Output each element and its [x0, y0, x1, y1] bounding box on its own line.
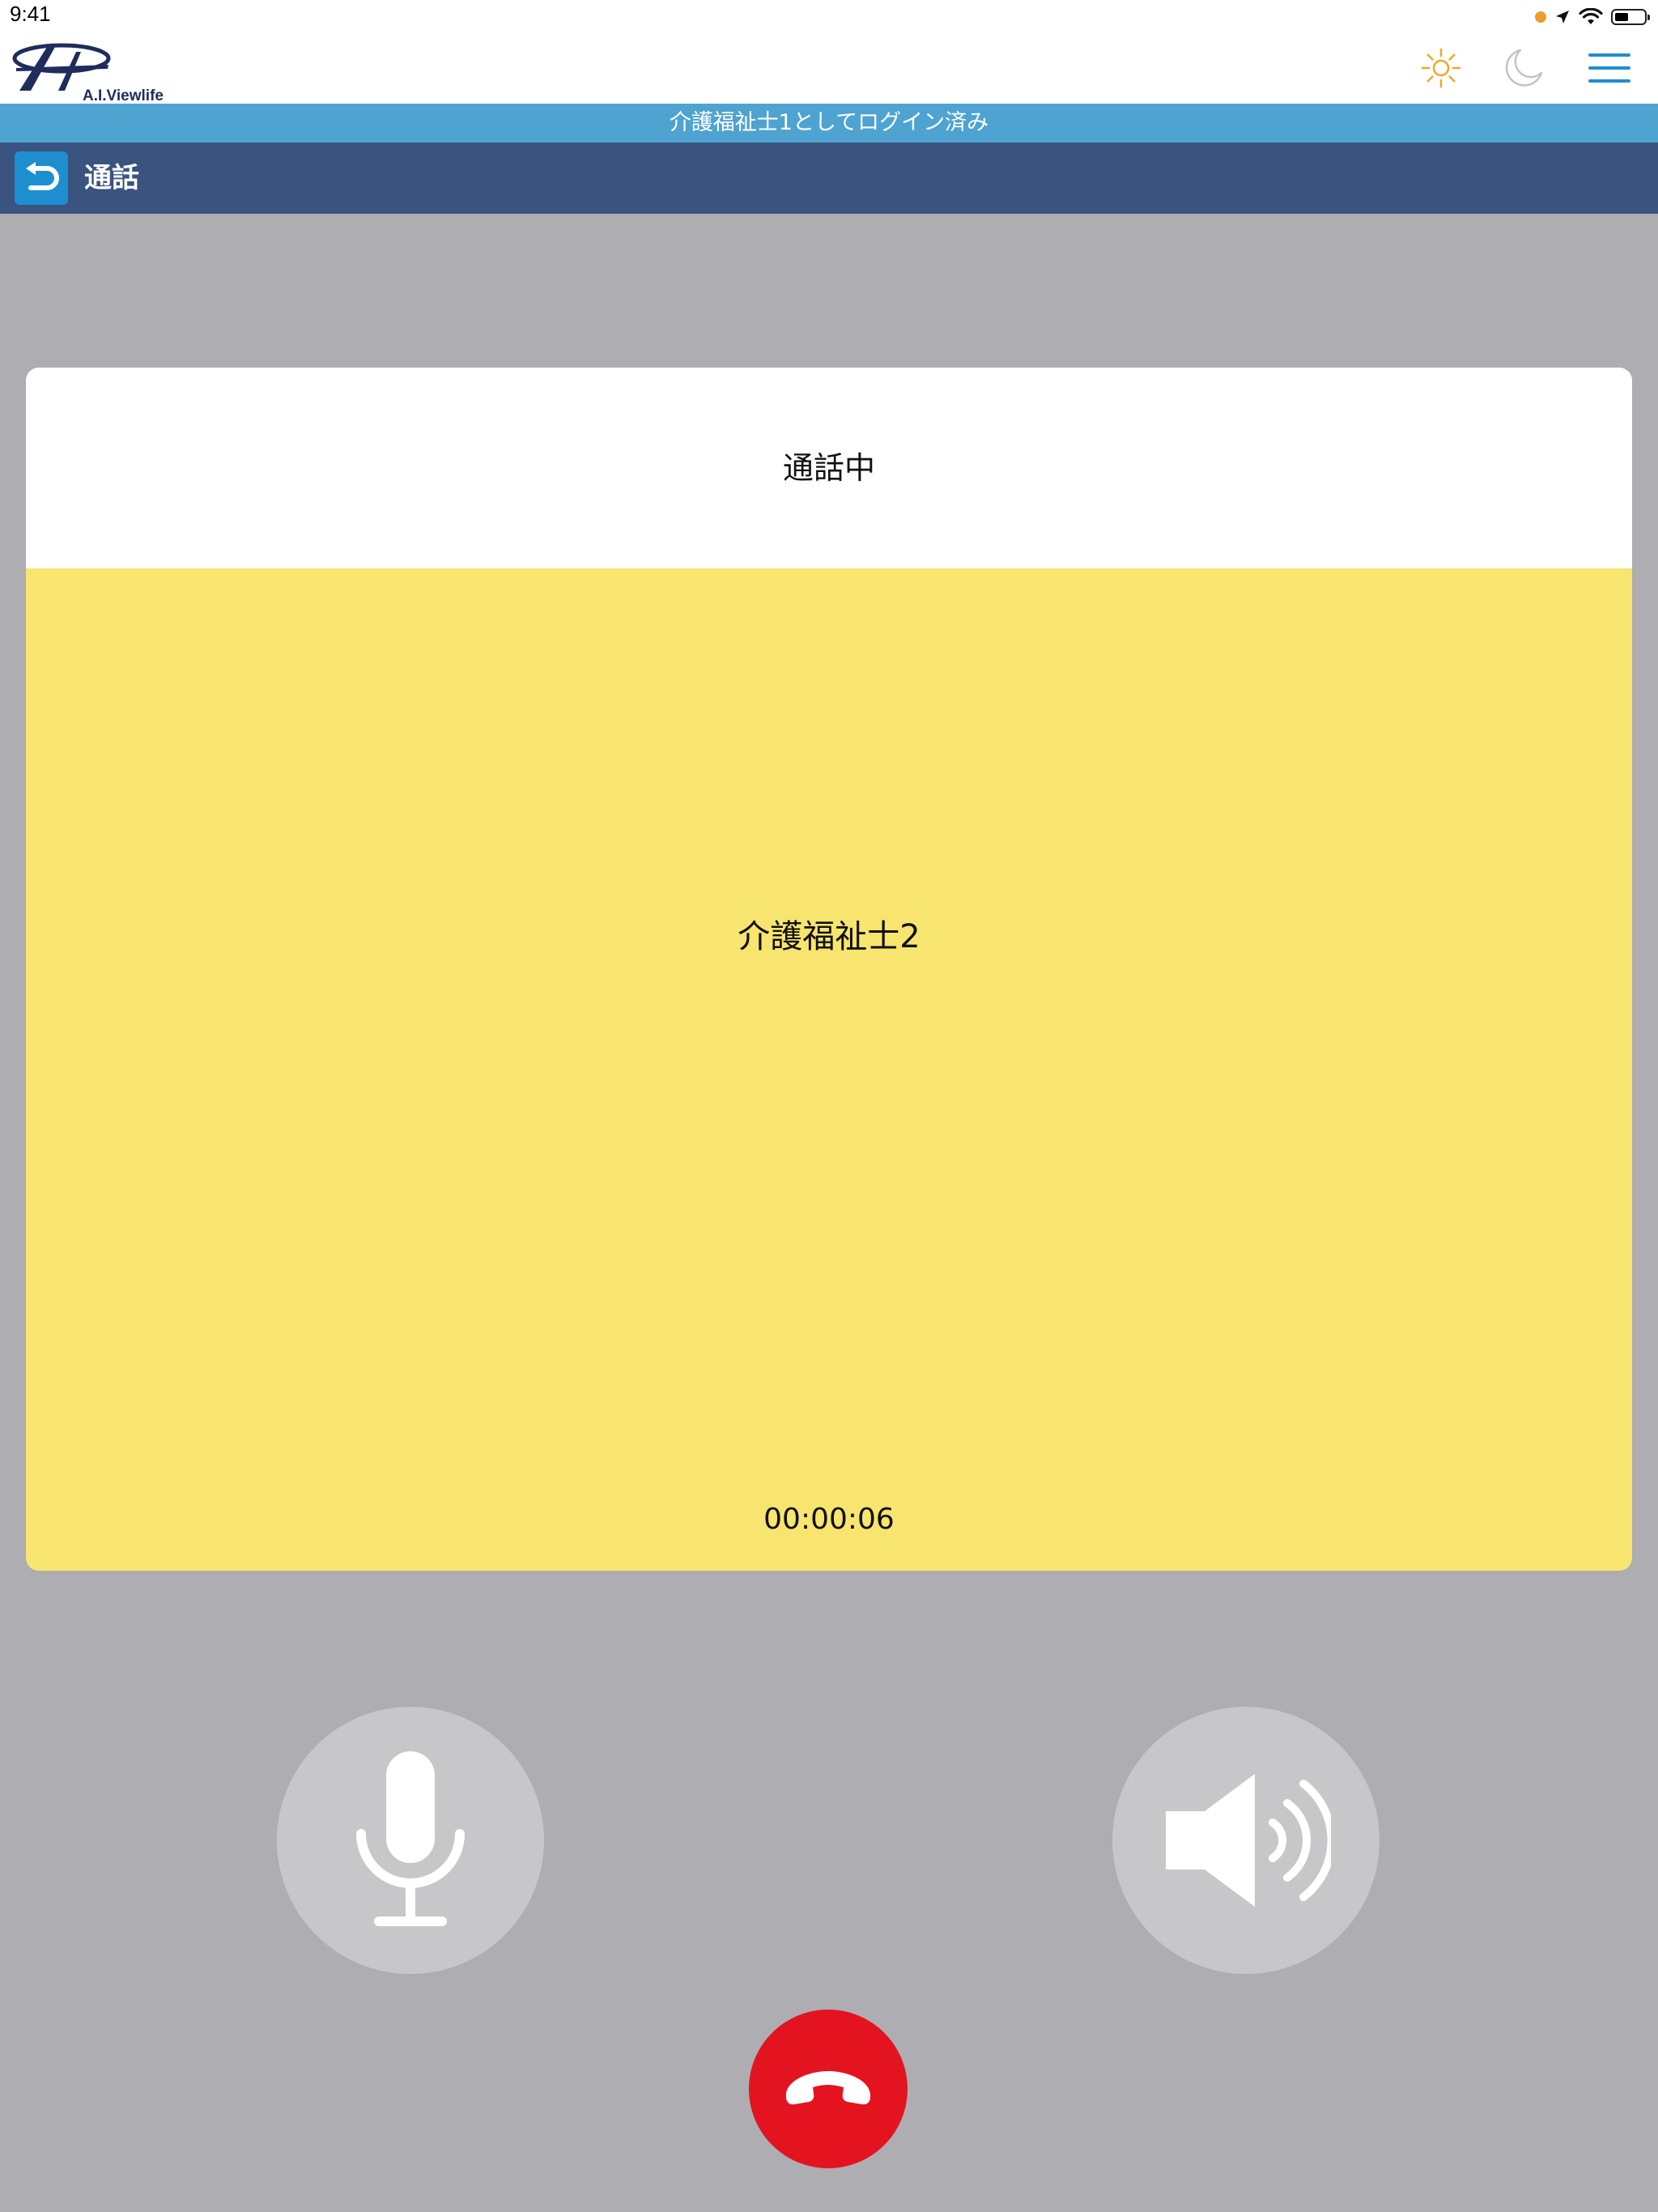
hamburger-menu-icon	[1588, 53, 1630, 83]
battery-icon	[1611, 9, 1650, 25]
microphone-icon	[356, 1751, 465, 1926]
night-mode-button[interactable]	[1498, 42, 1550, 94]
status-time: 9:41	[10, 2, 51, 26]
app-header: A.I.Viewlife	[0, 32, 1658, 104]
speaker-button[interactable]	[1112, 1707, 1380, 1974]
hangup-phone-icon	[785, 2071, 871, 2105]
logo-text: A.I.Viewlife	[83, 87, 164, 104]
call-card-header: 通話中	[26, 368, 1632, 568]
logo-mark-icon	[12, 43, 111, 91]
moon-icon	[1505, 49, 1543, 87]
call-status: 通話中	[782, 450, 875, 486]
back-arrow-icon	[26, 162, 59, 190]
hangup-button[interactable]	[749, 2010, 908, 2168]
location-arrow-icon	[1556, 11, 1569, 23]
callee-name: 介護福祉士2	[738, 918, 920, 955]
speaker-icon	[1166, 1774, 1331, 1907]
nav-bar: 通話	[0, 143, 1658, 214]
sun-icon	[1421, 48, 1461, 88]
status-indicators	[1535, 5, 1650, 29]
call-card: 通話中 介護福祉士2 00:00:06	[26, 368, 1632, 1571]
login-status-banner: 介護福祉士1としてログイン済み	[0, 104, 1658, 143]
wifi-icon	[1579, 8, 1603, 24]
call-timer: 00:00:06	[763, 1503, 895, 1536]
menu-button[interactable]	[1584, 42, 1635, 94]
mute-button[interactable]	[277, 1707, 544, 1974]
recording-indicator-icon	[1535, 11, 1546, 23]
page-title: 通話	[84, 162, 139, 194]
day-mode-button[interactable]	[1415, 42, 1467, 94]
back-button[interactable]	[15, 151, 68, 205]
app-logo: A.I.Viewlife	[11, 40, 173, 104]
status-bar: 9:41	[0, 0, 1658, 32]
